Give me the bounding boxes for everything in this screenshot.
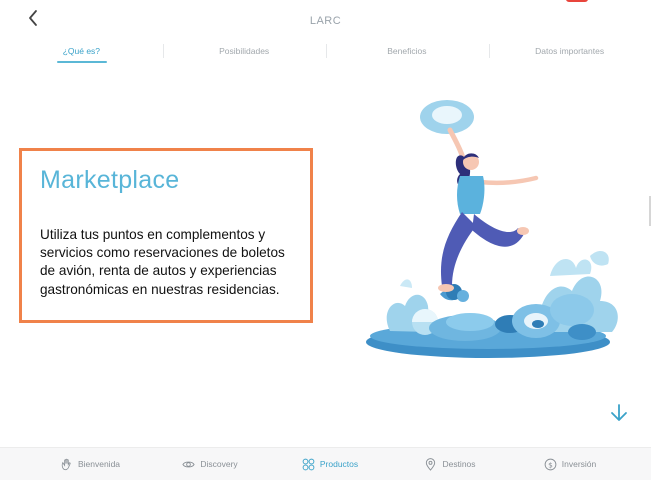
card-description: Utiliza tus puntos en complementos y ser… [40,227,285,297]
dollar-coin-icon: $ [544,458,557,470]
top-bar: LARC [0,0,651,40]
location-pin-icon [426,457,436,471]
nav-label: Discovery [200,459,238,469]
nav-destinos[interactable]: Destinos [390,448,510,480]
wave-hand-icon [61,458,71,470]
notification-pill [566,0,588,2]
nav-inversion[interactable]: $ Inversión [510,448,630,480]
arrow-down-icon[interactable] [608,402,630,424]
nav-bienvenida[interactable]: Bienvenida [30,448,150,480]
tab-datos-importantes[interactable]: Datos importantes [488,40,651,64]
page-title: LARC [309,15,342,27]
grid-circles-icon [302,458,315,470]
nav-label: Bienvenida [77,459,121,469]
tab-divider [163,44,164,58]
nav-label: Destinos [442,459,476,469]
nav-label: Productos [319,459,359,469]
marketplace-card: Marketplace Utiliza tus puntos en comple… [19,148,313,323]
card-title: Marketplace [40,166,180,194]
tab-que-es[interactable]: ¿Qué es? [0,40,163,64]
bottom-navigation: Bienvenida Discovery Productos Destinos … [0,447,651,480]
svg-text:$: $ [548,460,553,469]
tab-posibilidades[interactable]: Posibilidades [163,40,326,64]
nav-label: Inversión [561,459,597,469]
tab-divider [489,44,490,58]
eye-icon [182,461,195,467]
tab-beneficios[interactable]: Beneficios [326,40,489,64]
nav-productos[interactable]: Productos [270,448,390,480]
tab-bar: ¿Qué es? Posibilidades Beneficios Datos … [0,40,651,64]
nav-discovery[interactable]: Discovery [150,448,270,480]
tab-divider [326,44,327,58]
woman-with-plate-illustration [366,100,618,358]
